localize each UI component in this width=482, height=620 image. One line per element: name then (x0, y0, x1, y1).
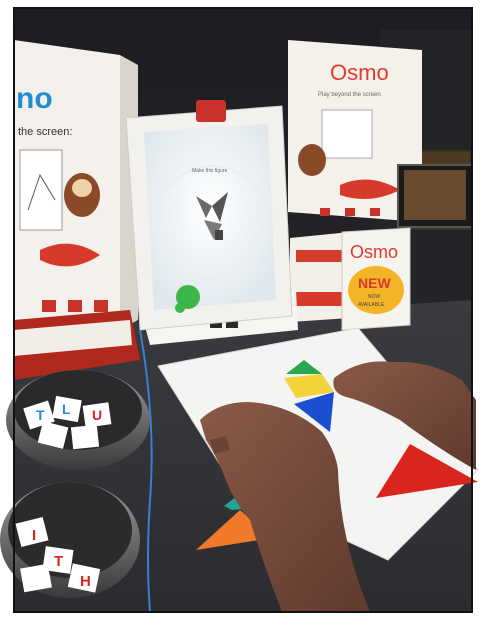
svg-text:I: I (32, 527, 36, 544)
svg-text:T: T (36, 407, 45, 423)
left-osmo-box: no the screen: (14, 40, 138, 330)
left-box-tagline: the screen: (18, 126, 72, 138)
svg-text:H: H (80, 573, 91, 590)
svg-text:T: T (54, 553, 63, 570)
svg-text:L: L (62, 401, 71, 417)
new-available-sign: Osmo NEW NOW AVAILABLE (341, 227, 411, 331)
osmo-reflector (196, 100, 226, 122)
sign-badge: NEW (358, 275, 391, 291)
red-stripe-box (290, 232, 350, 322)
photo-frame: no the screen: Osmo Play beyond the scre… (0, 0, 482, 620)
ipad-screen (144, 124, 276, 310)
sign-line1: NOW (368, 294, 381, 300)
right-box-logo: Osmo (330, 60, 389, 85)
svg-text:U: U (92, 407, 102, 423)
photo-scene: no the screen: Osmo Play beyond the scre… (0, 0, 482, 620)
sign-line2: AVAILABLE (358, 302, 385, 308)
right-box-tagline: Play beyond the screen (318, 92, 381, 98)
left-box-logo: no (16, 82, 53, 115)
ipad-device: Make this figure (125, 100, 298, 345)
sign-logo: Osmo (350, 242, 398, 262)
screen-prompt: Make this figure (192, 168, 228, 174)
